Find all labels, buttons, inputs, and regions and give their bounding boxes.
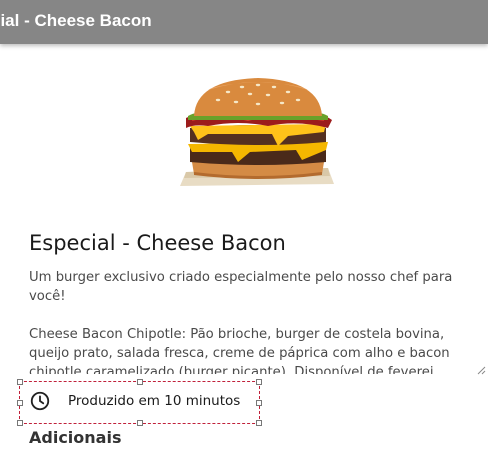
- clock-icon: [30, 391, 50, 411]
- app-header: cial - Cheese Bacon: [0, 0, 488, 44]
- selection-handle[interactable]: [17, 420, 23, 426]
- prep-time-label: Produzido em 10 minutos: [68, 393, 241, 409]
- resize-grip-icon[interactable]: [476, 365, 486, 375]
- header-title: cial - Cheese Bacon: [0, 11, 152, 30]
- product-description: Um burger exclusivo criado especialmente…: [29, 270, 453, 374]
- product-description-box[interactable]: Um burger exclusivo criado especialmente…: [29, 268, 484, 374]
- selection-handle[interactable]: [256, 420, 262, 426]
- selection-handle[interactable]: [17, 379, 23, 385]
- extras-heading: Adicionais: [29, 428, 122, 447]
- product-image: [180, 78, 334, 186]
- selection-handle[interactable]: [256, 399, 262, 406]
- selection-handle[interactable]: [17, 399, 23, 406]
- selection-handle[interactable]: [136, 420, 143, 426]
- selection-handle[interactable]: [256, 379, 262, 385]
- selection-handle[interactable]: [136, 379, 143, 385]
- product-title: Especial - Cheese Bacon: [29, 231, 286, 255]
